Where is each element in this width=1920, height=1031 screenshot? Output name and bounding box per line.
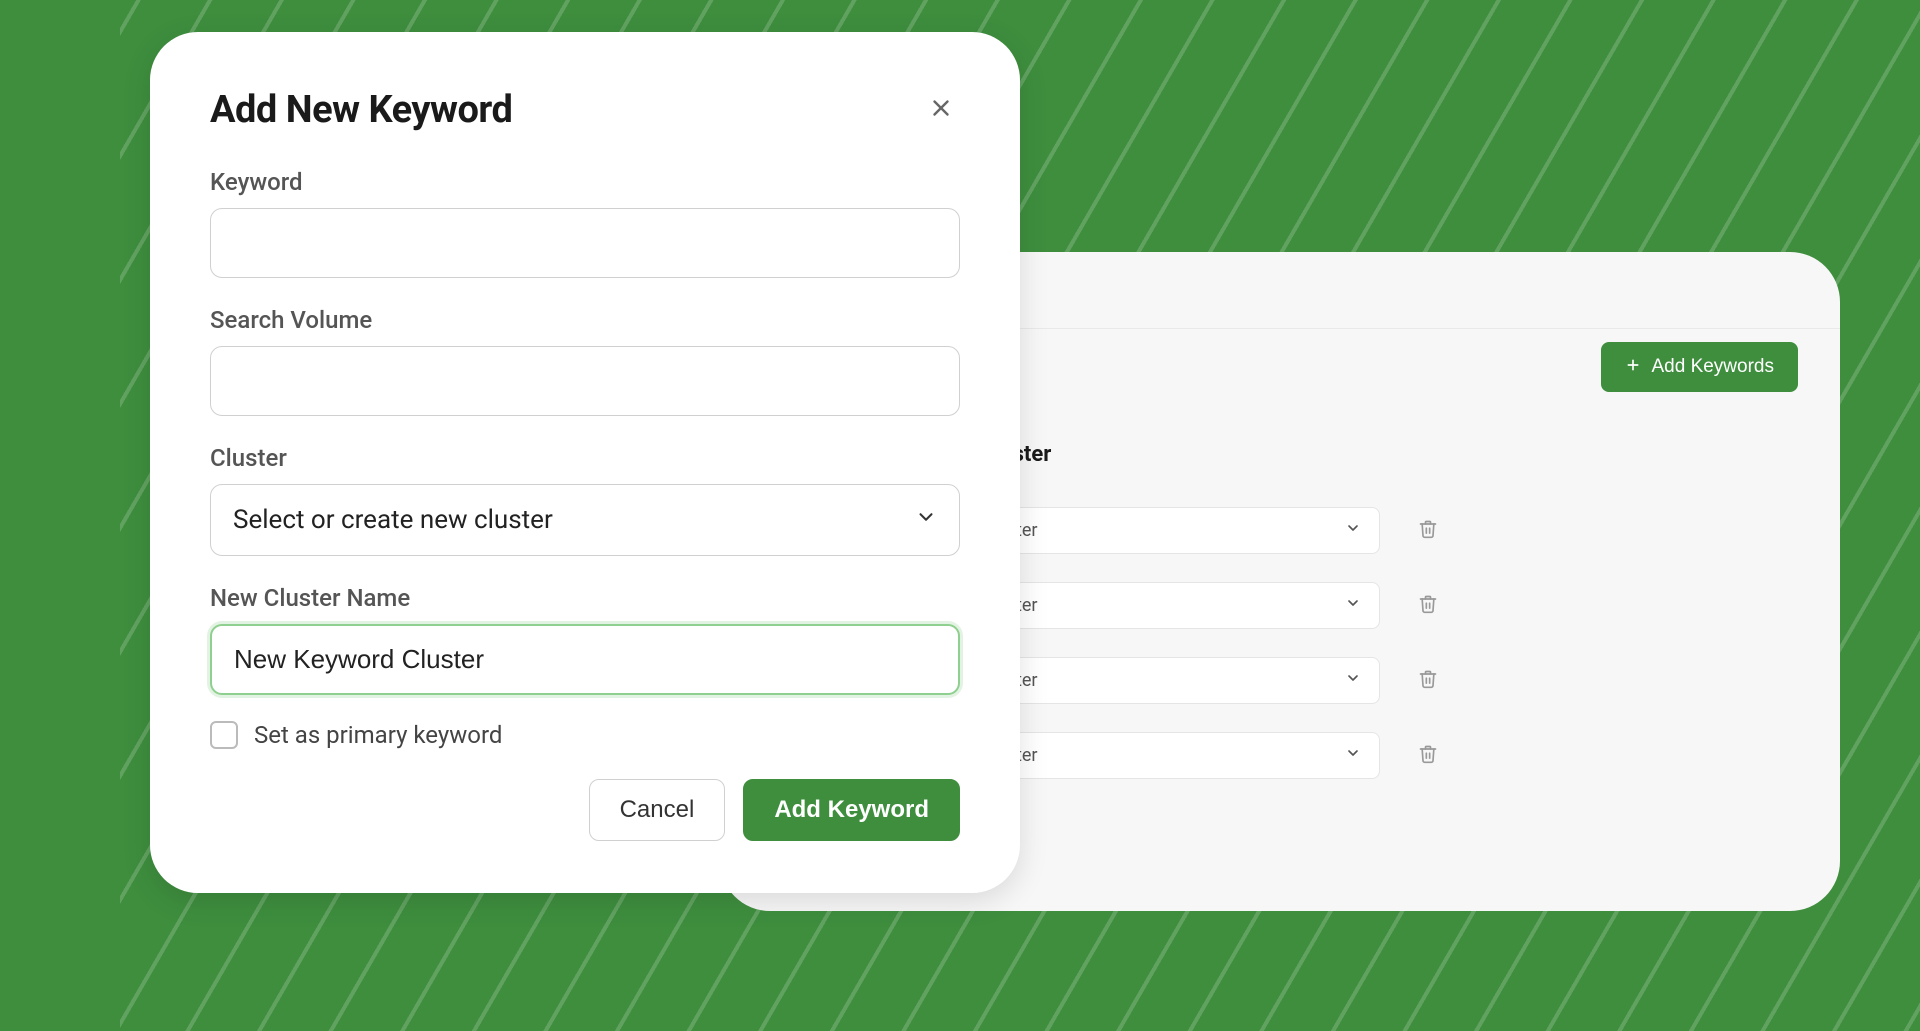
cluster-select-value: Select or create new cluster: [233, 505, 553, 535]
trash-icon[interactable]: [1418, 519, 1438, 543]
new-cluster-label: New Cluster Name: [210, 584, 960, 612]
primary-keyword-row: Set as primary keyword: [210, 721, 960, 749]
modal-header: Add New Keyword: [210, 88, 960, 132]
chevron-down-icon: [1345, 670, 1361, 691]
add-keyword-button[interactable]: Add Keyword: [743, 779, 960, 841]
panel-toolbar: Add Keywords: [1601, 342, 1798, 392]
primary-keyword-checkbox[interactable]: [210, 721, 238, 749]
trash-icon[interactable]: [1418, 744, 1438, 768]
cluster-label: Cluster: [210, 444, 960, 472]
chevron-down-icon: [1345, 520, 1361, 541]
add-keywords-button[interactable]: Add Keywords: [1601, 342, 1798, 392]
cancel-button[interactable]: Cancel: [589, 779, 726, 841]
trash-icon[interactable]: [1418, 594, 1438, 618]
chevron-down-icon: [1345, 745, 1361, 766]
plus-icon: [1625, 357, 1641, 377]
primary-keyword-label: Set as primary keyword: [254, 721, 502, 749]
modal-title: Add New Keyword: [210, 88, 512, 132]
cluster-select-input[interactable]: Select or create new cluster: [210, 484, 960, 556]
add-keyword-modal: Add New Keyword Keyword Search Volume Cl…: [150, 32, 1020, 893]
new-cluster-input[interactable]: [210, 624, 960, 695]
chevron-down-icon: [915, 505, 937, 535]
search-volume-label: Search Volume: [210, 306, 960, 334]
trash-icon[interactable]: [1418, 669, 1438, 693]
keyword-label: Keyword: [210, 168, 960, 196]
keyword-input[interactable]: [210, 208, 960, 278]
modal-actions: Cancel Add Keyword: [210, 779, 960, 841]
add-keywords-label: Add Keywords: [1651, 356, 1774, 378]
chevron-down-icon: [1345, 595, 1361, 616]
search-volume-input[interactable]: [210, 346, 960, 416]
close-icon[interactable]: [922, 89, 960, 131]
